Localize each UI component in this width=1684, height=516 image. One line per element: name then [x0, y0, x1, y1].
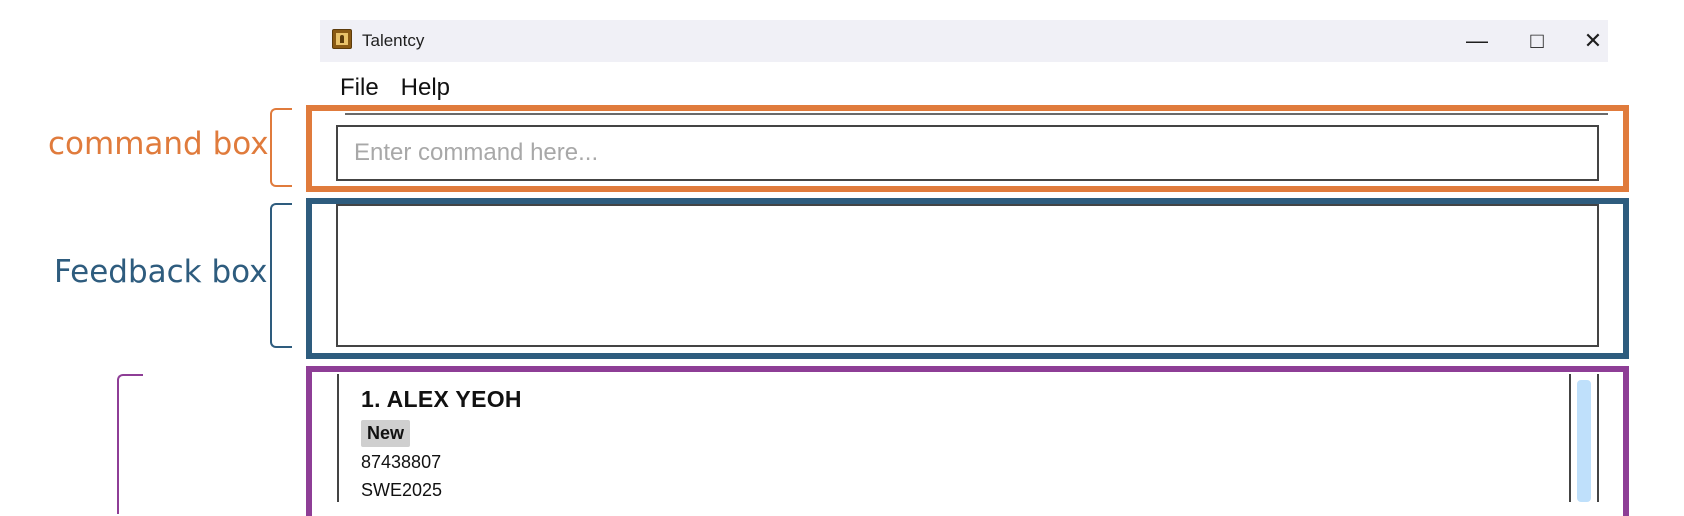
menu-bar: File Help [340, 74, 450, 106]
feedback-box-label: Feedback box [54, 254, 268, 290]
command-box-label: command box [48, 126, 269, 162]
menu-file[interactable]: File [340, 74, 379, 106]
title-bar: Talentcy — □ ✕ [320, 20, 1608, 62]
command-box-bracket [270, 108, 292, 187]
feedback-box-bracket [270, 203, 292, 348]
list-highlight [306, 366, 1629, 516]
minimize-icon[interactable]: — [1454, 26, 1500, 56]
feedback-box-highlight [306, 198, 1629, 359]
window-title: Talentcy [362, 31, 425, 50]
command-box-highlight [306, 105, 1629, 192]
menu-help[interactable]: Help [401, 74, 450, 106]
close-icon[interactable]: ✕ [1570, 26, 1616, 56]
list-bracket [117, 374, 143, 514]
maximize-icon[interactable]: □ [1514, 26, 1560, 56]
app-icon [332, 29, 352, 49]
